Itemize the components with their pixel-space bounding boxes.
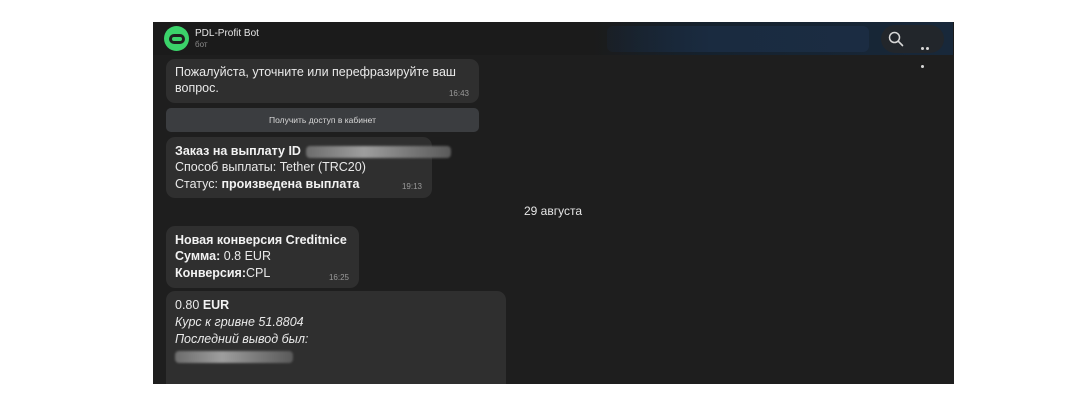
amount-value: 0.8 EUR <box>220 249 271 263</box>
message-bubble[interactable]: 0.80 EUR Курс к гривне 51.8804 Последний… <box>166 291 506 384</box>
order-id-label: Заказ на выплату ID <box>175 144 301 158</box>
message-line: Курс к гривне 51.8804 <box>175 314 304 330</box>
get-cabinet-access-button[interactable]: Получить доступ в кабинет <box>166 108 479 132</box>
message-line: Конверсия:CPL <box>175 265 270 281</box>
conversion-label: Конверсия: <box>175 266 247 280</box>
last-withdrawal-label: Последний вывод был: <box>175 332 309 346</box>
chat-window: PDL-Profit Bot бот Пожалуйста, уточните … <box>153 22 954 384</box>
message-bubble[interactable]: Заказ на выплату ID Способ выплаты: Teth… <box>166 137 452 198</box>
date-separator: 29 августа <box>523 204 582 218</box>
bot-subtitle: бот <box>195 40 208 49</box>
status-value: произведена выплата <box>221 177 360 191</box>
chat-header: PDL-Profit Bot бот <box>153 22 954 68</box>
more-icon[interactable] <box>921 37 935 68</box>
bot-avatar[interactable] <box>164 26 189 51</box>
bot-name[interactable]: PDL-Profit Bot <box>195 28 259 40</box>
uah-rate: Курс к гривне 51.8804 <box>175 315 304 329</box>
message-bubble[interactable]: Новая конверсия Creditnice Сумма: 0.8 EU… <box>166 226 359 288</box>
conversion-title: Новая конверсия Creditnice <box>175 233 347 247</box>
message-time: 16:25 <box>328 273 349 282</box>
message-line: Последний вывод был: <box>175 331 308 347</box>
amount-label: Сумма: <box>175 249 221 263</box>
message-text: Пожалуйста, уточните или перефразируйте … <box>175 65 456 95</box>
redacted-date <box>175 350 293 363</box>
payout-method: Способ выплаты: Tether (TRC20) <box>175 160 366 174</box>
status-label: Статус: <box>175 177 222 191</box>
message-line: Новая конверсия Creditnice <box>175 232 347 248</box>
message-line: Сумма: 0.8 EUR <box>175 248 271 264</box>
message-time: 19:13 <box>401 182 422 191</box>
robot-icon <box>168 33 185 44</box>
message-time: 16:43 <box>448 89 469 98</box>
message-bubble[interactable]: Пожалуйста, уточните или перефразируйте … <box>166 59 479 103</box>
conversion-value: CPL <box>246 266 271 280</box>
pinned-bar[interactable] <box>607 26 869 52</box>
message-line: 0.80 EUR <box>175 297 229 313</box>
search-icon[interactable] <box>888 31 904 47</box>
redacted-id <box>306 145 452 158</box>
message-line: Статус: произведена выплата <box>175 176 359 192</box>
currency-label: EUR <box>202 298 230 312</box>
message-line: Заказ на выплату ID <box>175 143 452 159</box>
message-line <box>175 348 293 364</box>
amount-value: 0.80 <box>175 298 203 312</box>
